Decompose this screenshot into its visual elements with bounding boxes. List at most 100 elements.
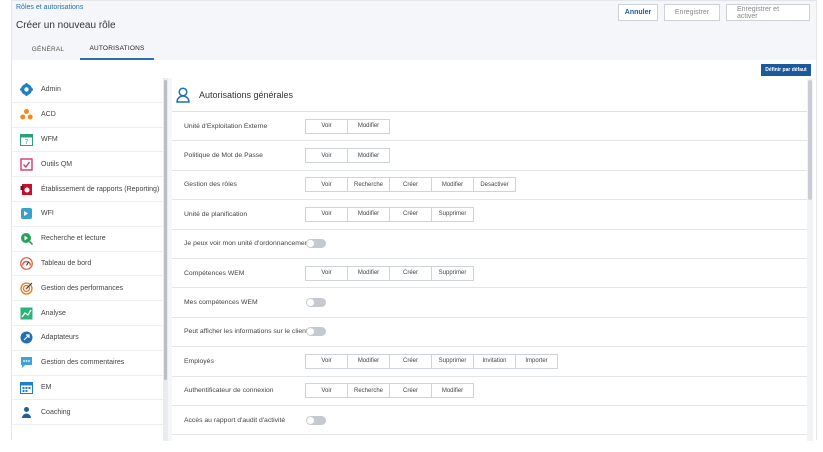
perm-button-modifier[interactable]: Modifier — [347, 353, 390, 369]
perm-button-supprimer[interactable]: Supprimer — [431, 353, 474, 369]
perm-buttons: Voir Modifier Créer Supprimer — [305, 206, 474, 222]
tab-autorisations[interactable]: AUTORISATIONS — [80, 39, 154, 60]
main-scrollbar-thumb[interactable] — [808, 80, 812, 200]
sidebar-item-label: ACD — [41, 111, 56, 119]
user-icon — [176, 86, 190, 103]
sidebar-item-label: Établissement de rapports (Reporting) — [41, 185, 160, 193]
target-icon — [20, 282, 33, 295]
page-title: Créer un nouveau rôle — [16, 20, 116, 31]
perm-button-importer[interactable]: Importer — [515, 353, 558, 369]
sidebar-item-coaching[interactable]: Coaching — [12, 400, 163, 426]
calendar-7-icon: 7 — [20, 133, 33, 146]
perm-button-supprimer[interactable]: Supprimer — [431, 265, 474, 281]
perm-row-infos-client: Peut afficher les informations sur le cl… — [172, 318, 807, 348]
sidebar-item-label: Analyse — [41, 309, 66, 317]
main-scrollbar[interactable] — [807, 78, 813, 441]
perm-row-politique-mot-de-passe: Politique de Mot de Passe Voir Modifier — [172, 141, 807, 171]
sidebar-scrollbar-thumb[interactable] — [164, 80, 167, 380]
perm-button-voir[interactable]: Voir — [305, 353, 348, 369]
perm-button-invitation[interactable]: Invitation — [473, 353, 516, 369]
wfi-icon — [20, 207, 33, 220]
perm-buttons: Voir Modifier — [305, 118, 390, 134]
sidebar-item-reporting[interactable]: Établissement de rapports (Reporting) — [12, 177, 163, 202]
perm-label: Unité d'Exploitation Externe — [184, 122, 268, 130]
sidebar-item-admin[interactable]: Admin — [12, 78, 163, 103]
perm-button-creer[interactable]: Créer — [389, 265, 432, 281]
perm-row-gestion-roles: Gestion des rôles Voir Recherche Créer M… — [172, 171, 807, 201]
report-icon — [20, 183, 33, 196]
sidebar-item-wfi[interactable]: WFI — [12, 202, 163, 227]
perm-label: Unité de planification — [184, 210, 248, 218]
perm-toggle[interactable] — [306, 298, 326, 308]
perm-label: Accès au rapport d'audit d'activité — [184, 416, 286, 424]
comment-icon — [20, 356, 33, 369]
perm-button-creer[interactable]: Créer — [389, 383, 432, 399]
analytics-icon — [20, 307, 33, 320]
perm-row-voir-unite-ordonnancement: Je peux voir mon unité d'ordonnancement — [172, 230, 807, 259]
perm-label: Employés — [184, 357, 214, 365]
perm-label: Peut afficher les informations sur le cl… — [184, 328, 308, 336]
gear-icon — [20, 83, 33, 97]
sidebar-item-em[interactable]: EM — [12, 376, 163, 401]
perm-button-voir[interactable]: Voir — [305, 383, 348, 399]
sidebar-item-gestion-performances[interactable]: Gestion des performances — [12, 276, 163, 302]
sidebar-item-label: Gestion des performances — [41, 284, 124, 292]
sidebar-item-label: Gestion des commentaires — [41, 359, 125, 367]
sidebar-item-adaptateurs[interactable]: Adaptateurs — [12, 326, 163, 351]
sidebar-item-tableau-de-bord[interactable]: Tableau de bord — [12, 252, 163, 277]
perm-button-creer[interactable]: Créer — [389, 353, 432, 369]
sidebar-item-recherche-lecture[interactable]: Recherche et lecture — [12, 227, 163, 252]
perm-button-modifier[interactable]: Modifier — [347, 148, 390, 164]
tab-general[interactable]: GÉNÉRAL — [16, 39, 80, 60]
sidebar-item-acd[interactable]: ACD — [12, 103, 163, 128]
perm-button-recherche[interactable]: Recherche — [347, 177, 390, 193]
breadcrumb[interactable]: Rôles et autorisations — [16, 4, 83, 11]
save-button[interactable]: Enregistrer — [664, 4, 720, 21]
perm-button-modifier[interactable]: Modifier — [347, 265, 390, 281]
acd-icon — [20, 108, 33, 121]
perm-button-voir[interactable]: Voir — [305, 177, 348, 193]
perm-button-supprimer[interactable]: Supprimer — [431, 206, 474, 222]
perm-button-creer[interactable]: Créer — [389, 177, 432, 193]
em-calendar-icon — [20, 381, 33, 394]
sidebar-item-label: Tableau de bord — [41, 259, 92, 267]
perm-button-recherche[interactable]: Recherche — [347, 383, 390, 399]
perm-buttons: Voir Modifier — [305, 148, 390, 164]
perm-button-creer[interactable]: Créer — [389, 206, 432, 222]
perm-toggle[interactable] — [306, 239, 326, 249]
perm-button-voir[interactable]: Voir — [305, 265, 348, 281]
perm-button-modifier[interactable]: Modifier — [431, 177, 474, 193]
perm-buttons: Voir Recherche Créer Modifier — [305, 383, 474, 399]
tab-bar: GÉNÉRAL AUTORISATIONS — [16, 39, 154, 60]
sidebar-item-wfm[interactable]: 7 WFM — [12, 128, 163, 153]
perm-button-modifier[interactable]: Modifier — [347, 206, 390, 222]
perm-button-modifier[interactable]: Modifier — [347, 118, 390, 134]
perm-button-voir[interactable]: Voir — [305, 118, 348, 134]
perm-buttons: Voir Recherche Créer Modifier Desactiver — [305, 177, 516, 193]
perm-buttons: Voir Modifier Créer Supprimer — [305, 265, 474, 281]
section-title: Autorisations générales — [199, 89, 294, 100]
perm-row-employes: Employés Voir Modifier Créer Supprimer I… — [172, 347, 807, 377]
sidebar-item-outils-qm[interactable]: Outils QM — [12, 152, 163, 178]
perm-row-unite-planification: Unité de planification Voir Modifier Cré… — [172, 200, 807, 230]
header-actions: Annuler Enregistrer Enregistrer et activ… — [618, 4, 810, 21]
sidebar-item-gestion-commentaires[interactable]: Gestion des commentaires — [12, 351, 163, 376]
dashboard-icon — [20, 257, 33, 270]
sidebar-item-label: Recherche et lecture — [41, 235, 106, 243]
perm-toggle[interactable] — [306, 415, 326, 425]
perm-label: Mes compétences WEM — [184, 299, 258, 307]
sidebar-item-analyse[interactable]: Analyse — [12, 301, 163, 326]
sidebar-item-label: Admin — [41, 86, 61, 94]
sidebar-item-label: WFI — [41, 210, 54, 218]
perm-row-unite-exploitation-externe: Unité d'Exploitation Externe Voir Modifi… — [172, 112, 807, 142]
perm-button-voir[interactable]: Voir — [305, 148, 348, 164]
set-default-button[interactable]: Définir par défaut — [761, 64, 811, 76]
save-and-activate-button[interactable]: Enregistrer et activer — [726, 4, 810, 21]
perm-toggle[interactable] — [306, 327, 326, 337]
perm-button-voir[interactable]: Voir — [305, 206, 348, 222]
perm-button-modifier[interactable]: Modifier — [431, 383, 474, 399]
perm-button-desactiver[interactable]: Desactiver — [473, 177, 516, 193]
cancel-button[interactable]: Annuler — [618, 4, 658, 21]
perm-row-rapport-audit: Accès au rapport d'audit d'activité — [172, 406, 807, 436]
perm-label: Compétences WEM — [184, 269, 245, 277]
